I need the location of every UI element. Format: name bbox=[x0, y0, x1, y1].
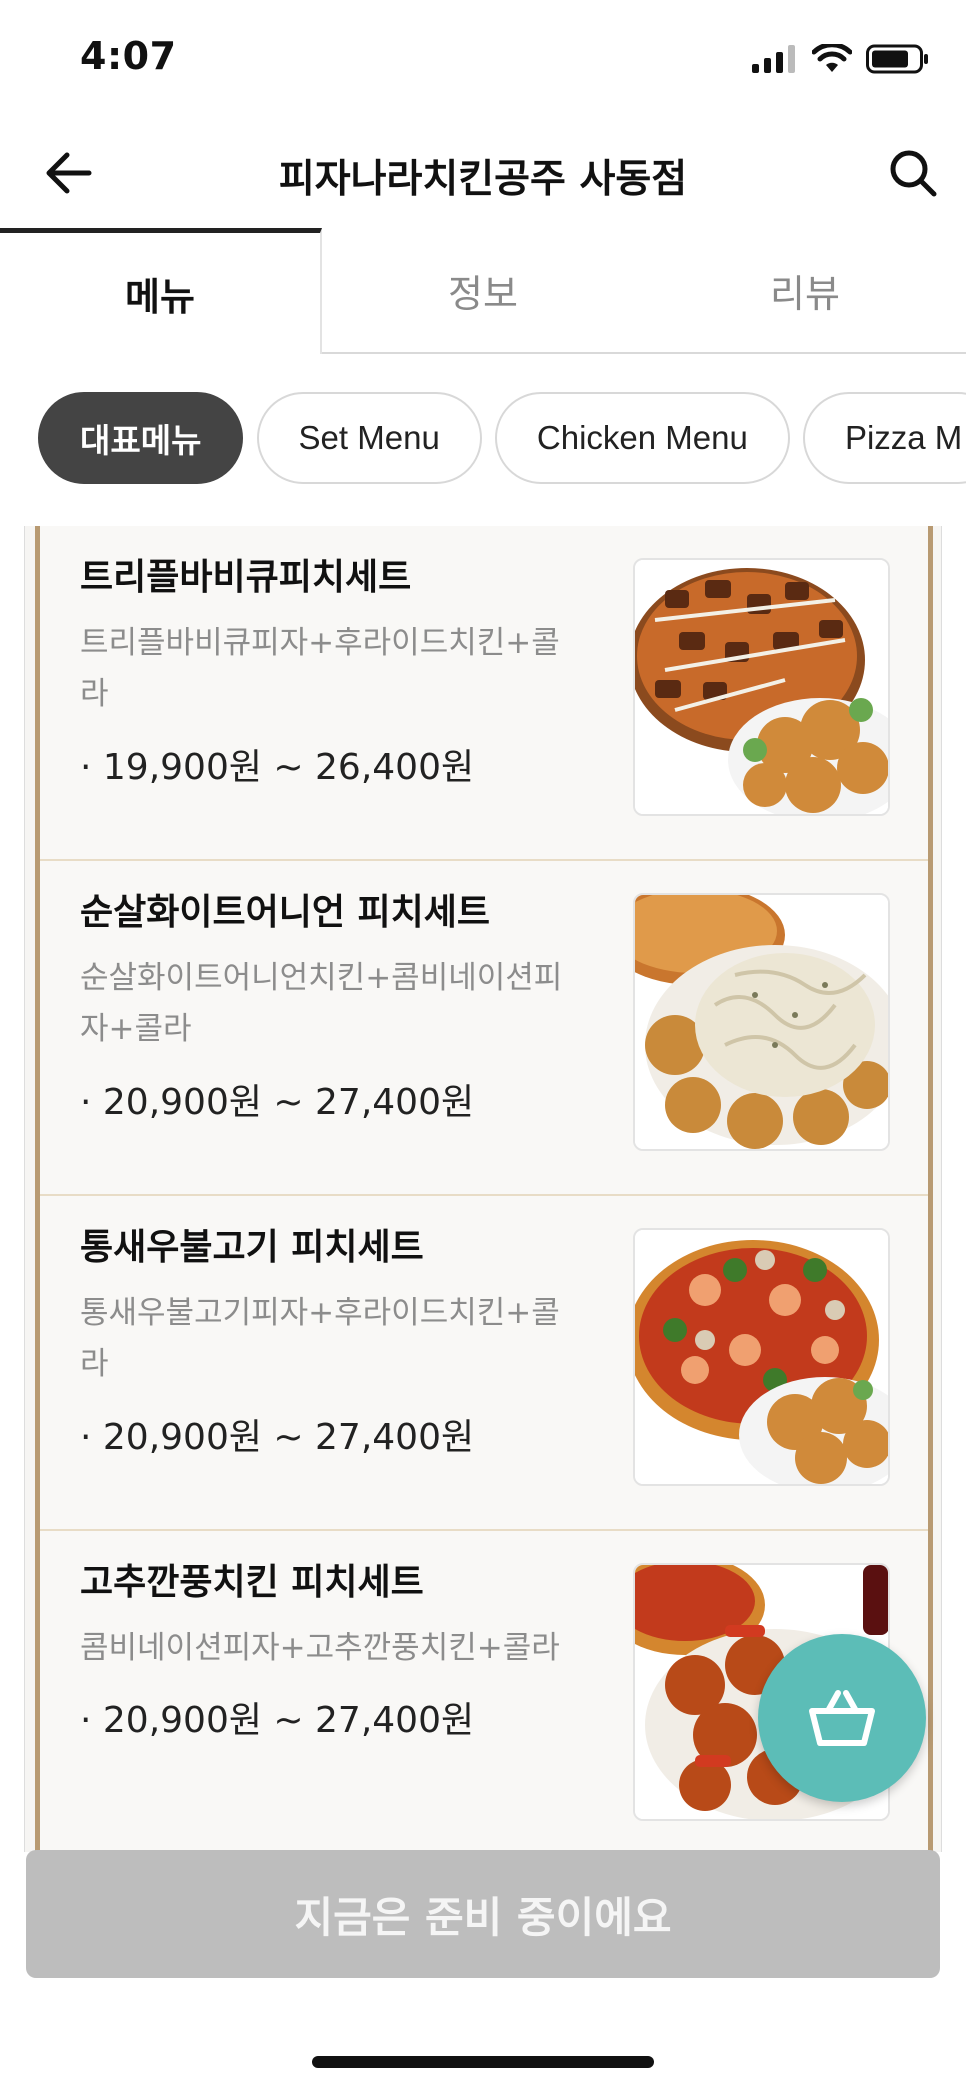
category-chips: 대표메뉴 Set Menu Chicken Menu Pizza M bbox=[38, 392, 966, 486]
menu-item[interactable]: 통새우불고기 피치세트 통새우불고기피자+후라이드치킨+콜 라 · 20,900… bbox=[40, 1196, 928, 1531]
menu-item-name: 고추깐풍치킨 피치세트 bbox=[80, 1562, 424, 1603]
menu-item-price: · 20,900원 ~ 27,400원 bbox=[80, 1417, 475, 1458]
status-bar: 4:07 bbox=[0, 0, 966, 118]
home-indicator bbox=[312, 2056, 654, 2068]
page-title: 피자나라치킨공주 사동점 bbox=[278, 157, 688, 202]
search-icon bbox=[890, 150, 937, 197]
menu-item-description: 콤비네이션피자+고추깐풍치킨+콜라 bbox=[80, 1630, 560, 1666]
tab-menu[interactable]: 메뉴 bbox=[0, 228, 322, 354]
menu-item-name: 통새우불고기 피치세트 bbox=[80, 1227, 424, 1268]
chip-pizza-menu[interactable]: Pizza M bbox=[802, 392, 966, 484]
tab-info[interactable]: 정보 bbox=[322, 228, 644, 354]
menu-item-price: · 19,900원 ~ 26,400원 bbox=[80, 747, 475, 788]
battery-icon bbox=[866, 44, 928, 74]
menu-item-price: · 20,900원 ~ 27,400원 bbox=[80, 1700, 475, 1741]
status-time: 4:07 bbox=[80, 34, 177, 78]
status-icons bbox=[752, 44, 930, 74]
menu-item-description: 순살화이트어니언치킨+콤비네이션피 자+콜라 bbox=[80, 960, 563, 1047]
menu-item-name: 트리플바비큐피치세트 bbox=[80, 557, 412, 598]
menu-item[interactable]: 순살화이트어니언 피치세트 순살화이트어니언치킨+콤비네이션피 자+콜라 · 2… bbox=[40, 861, 928, 1196]
shopping-basket-icon bbox=[809, 1690, 875, 1746]
order-button[interactable]: 지금은 준비 중이에요 bbox=[26, 1850, 940, 1978]
cart-button[interactable] bbox=[758, 1634, 926, 1802]
white-onion-chicken-image bbox=[633, 893, 890, 1151]
tab-reviews[interactable]: 리뷰 bbox=[644, 228, 966, 354]
store-tabs: 메뉴 정보 리뷰 bbox=[0, 228, 966, 354]
chip-signature-menu[interactable]: 대표메뉴 bbox=[38, 392, 244, 484]
menu-item-description: 통새우불고기피자+후라이드치킨+콜 라 bbox=[80, 1295, 560, 1382]
chip-set-menu[interactable]: Set Menu bbox=[256, 392, 482, 484]
menu-item-description: 트리플바비큐피자+후라이드치킨+콜 라 bbox=[80, 625, 560, 712]
wifi-icon bbox=[812, 44, 852, 72]
shrimp-bulgogi-pizza-image bbox=[633, 1228, 890, 1486]
pizza-with-fried-chicken-image bbox=[633, 558, 890, 816]
search-button[interactable] bbox=[882, 142, 944, 204]
signal-icon bbox=[752, 45, 795, 73]
menu-item[interactable]: 트리플바비큐피치세트 트리플바비큐피자+후라이드치킨+콜 라 · 19,900원… bbox=[40, 526, 928, 861]
top-app-bar: 피자나라치킨공주 사동점 bbox=[0, 118, 966, 228]
chip-chicken-menu[interactable]: Chicken Menu bbox=[494, 392, 790, 484]
menu-item-name: 순살화이트어니언 피치세트 bbox=[80, 892, 490, 933]
menu-item-price: · 20,900원 ~ 27,400원 bbox=[80, 1082, 475, 1123]
